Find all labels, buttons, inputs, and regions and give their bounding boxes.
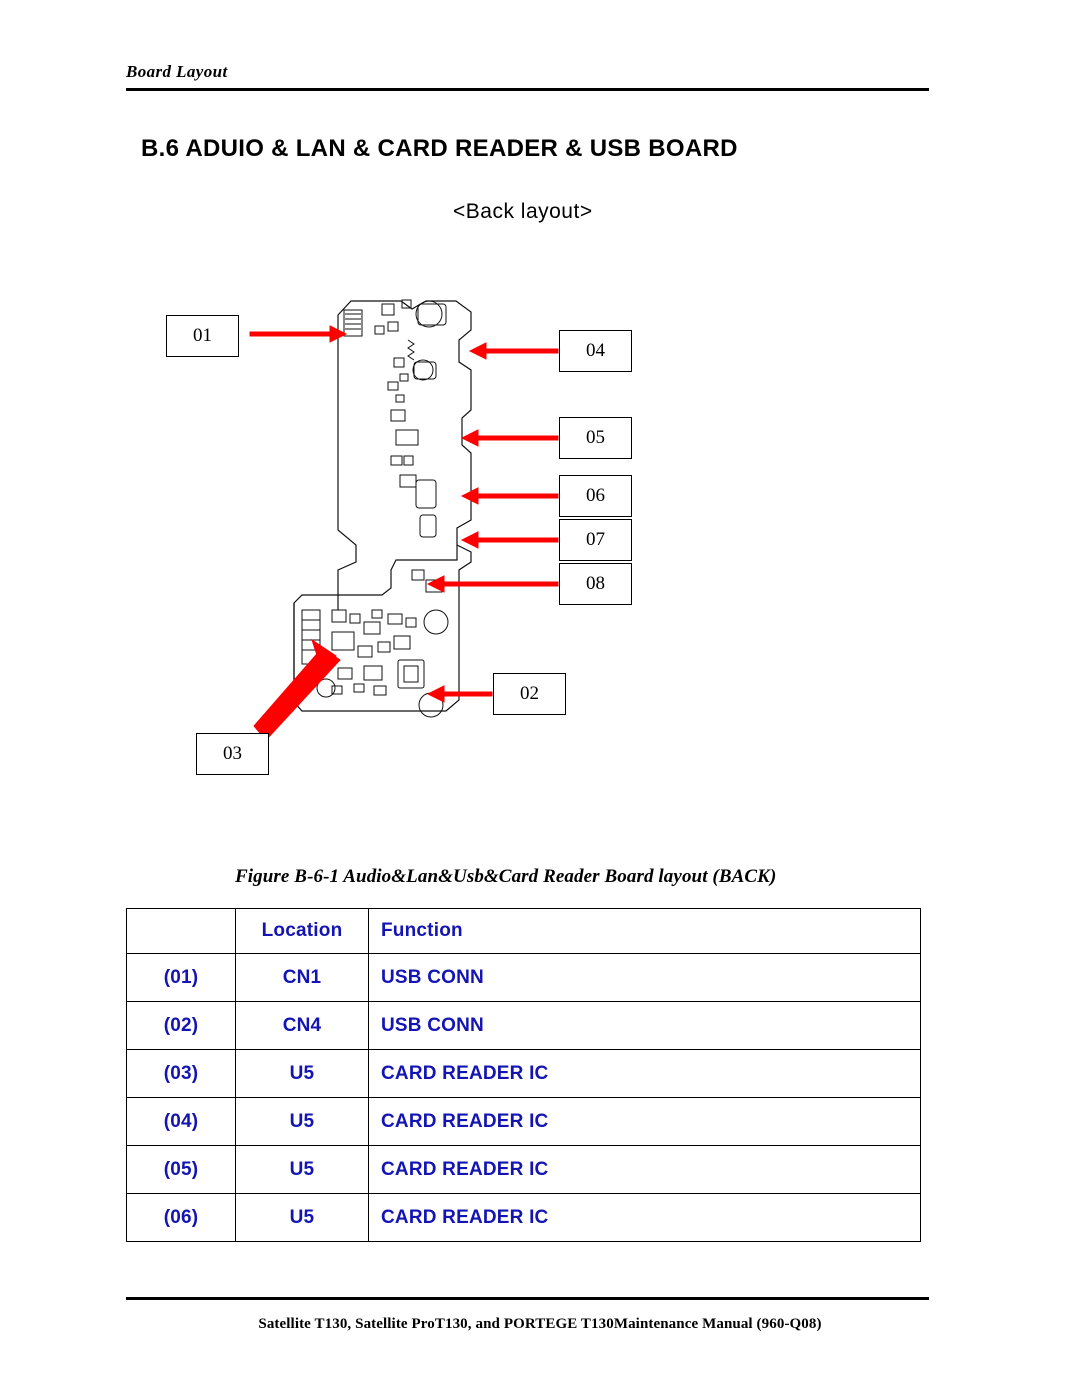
callout-06: 06 xyxy=(559,475,632,517)
footer-text: Satellite T130, Satellite ProT130, and P… xyxy=(258,1316,822,1332)
arrow-02 xyxy=(426,685,493,703)
running-head: Board Layout xyxy=(126,62,228,81)
cell-location: U5 xyxy=(235,1145,369,1194)
callout-label: 08 xyxy=(586,573,605,594)
figure-caption: Figure B-6-1 Audio&Lan&Usb&Card Reader B… xyxy=(235,866,777,887)
cell-function: CARD READER IC xyxy=(368,1145,921,1194)
cell-function: CARD READER IC xyxy=(368,1193,921,1242)
cell-function: USB CONN xyxy=(368,1001,921,1050)
table-row: (03) U5 CARD READER IC xyxy=(126,1049,921,1098)
board-diagram xyxy=(249,299,559,741)
cell-number: (01) xyxy=(126,953,236,1002)
cell-function: CARD READER IC xyxy=(368,1097,921,1146)
table-row: (01) CN1 USB CONN xyxy=(126,953,921,1002)
callout-label: 07 xyxy=(586,529,605,550)
board-figure: 01 04 05 06 07 08 02 03 xyxy=(126,270,929,810)
arrow-05 xyxy=(460,429,559,447)
arrow-01 xyxy=(249,325,348,343)
table-row: (06) U5 CARD READER IC xyxy=(126,1193,921,1242)
cell-number: (05) xyxy=(126,1145,236,1194)
table-row: (05) U5 CARD READER IC xyxy=(126,1145,921,1194)
callout-label: 05 xyxy=(586,427,605,448)
cell-location: CN1 xyxy=(235,953,369,1002)
arrow-08 xyxy=(426,575,559,593)
arrow-06 xyxy=(460,487,559,505)
cell-number: (06) xyxy=(126,1193,236,1242)
cell-location: U5 xyxy=(235,1049,369,1098)
page-title: B.6 ADUIO & LAN & CARD READER & USB BOAR… xyxy=(141,135,738,162)
document-page: Board Layout B.6 ADUIO & LAN & CARD READ… xyxy=(0,0,1080,1397)
cell-function: CARD READER IC xyxy=(368,1049,921,1098)
callout-label: 04 xyxy=(586,340,605,361)
back-layout-label: <Back layout> xyxy=(453,200,593,223)
location-function-table: Location Function (01) CN1 USB CONN (02)… xyxy=(126,908,921,1242)
arrow-04 xyxy=(468,342,559,360)
callout-label: 02 xyxy=(520,683,539,704)
callout-03: 03 xyxy=(196,733,269,775)
table-header-row: Location Function xyxy=(126,908,921,954)
callout-04: 04 xyxy=(559,330,632,372)
callout-02: 02 xyxy=(493,673,566,715)
cell-number: (04) xyxy=(126,1097,236,1146)
header-rule xyxy=(126,88,929,91)
callout-label: 03 xyxy=(223,743,242,764)
callout-07: 07 xyxy=(559,519,632,561)
header-cell-function: Function xyxy=(368,908,921,954)
cell-location: CN4 xyxy=(235,1001,369,1050)
callout-08: 08 xyxy=(559,563,632,605)
cell-function: USB CONN xyxy=(368,953,921,1002)
callout-label: 06 xyxy=(586,485,605,506)
cell-location: U5 xyxy=(235,1193,369,1242)
cell-number: (02) xyxy=(126,1001,236,1050)
arrow-03 xyxy=(253,638,341,741)
cell-location: U5 xyxy=(235,1097,369,1146)
callout-05: 05 xyxy=(559,417,632,459)
cell-number: (03) xyxy=(126,1049,236,1098)
callout-01: 01 xyxy=(166,315,239,357)
callout-label: 01 xyxy=(193,325,212,346)
table-row: (04) U5 CARD READER IC xyxy=(126,1097,921,1146)
arrow-07 xyxy=(460,531,559,549)
header-cell-location: Location xyxy=(235,908,369,954)
footer-rule xyxy=(126,1297,929,1300)
table-row: (02) CN4 USB CONN xyxy=(126,1001,921,1050)
header-cell-blank xyxy=(126,908,236,954)
